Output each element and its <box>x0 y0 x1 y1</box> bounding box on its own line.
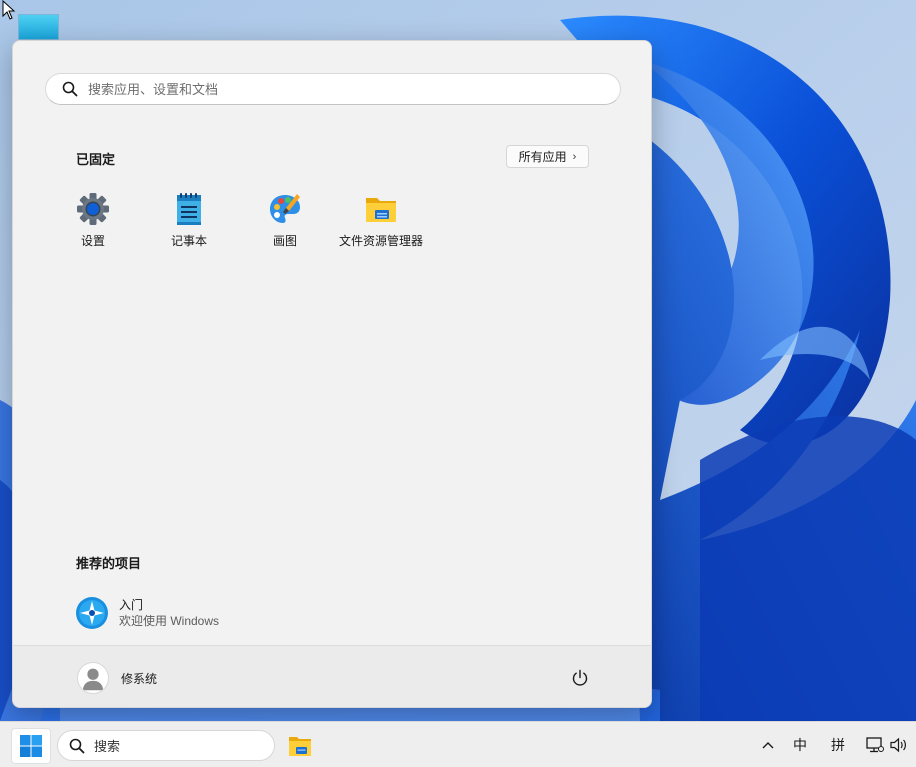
folder-icon <box>287 733 313 759</box>
taskbar-file-explorer-button[interactable] <box>282 728 318 764</box>
desktop-shortcut-icon[interactable] <box>18 14 59 40</box>
volume-button[interactable] <box>888 733 910 757</box>
pinned-app-notepad[interactable]: 记事本 <box>141 189 237 253</box>
start-menu: 已固定 所有应用 › <box>12 40 652 708</box>
network-icon <box>866 737 884 753</box>
user-avatar-icon <box>77 662 109 694</box>
start-search-box[interactable] <box>45 73 621 105</box>
network-button[interactable] <box>864 733 886 757</box>
pinned-app-label: 记事本 <box>170 234 207 248</box>
notepad-icon <box>171 191 207 227</box>
show-hidden-icons-button[interactable] <box>758 733 778 757</box>
volume-icon <box>890 737 908 753</box>
pinned-section-title: 已固定 <box>76 152 116 167</box>
pinned-app-paint[interactable]: 画图 <box>237 189 333 253</box>
recommended-item-subtitle: 欢迎使用 Windows <box>119 614 220 628</box>
all-apps-label: 所有应用 <box>518 150 567 164</box>
start-button[interactable] <box>11 728 51 764</box>
taskbar-search-box[interactable]: 搜索 <box>57 730 275 761</box>
pinned-app-file-explorer[interactable]: 文件资源管理器 <box>333 189 429 253</box>
gear-icon <box>75 191 111 227</box>
start-search-input[interactable] <box>88 81 588 97</box>
user-name: 修系统 <box>121 671 158 686</box>
pinned-app-settings[interactable]: 设置 <box>45 189 141 253</box>
paint-palette-icon <box>267 191 303 227</box>
start-menu-footer: 修系统 <box>13 645 651 707</box>
taskbar-search-label: 搜索 <box>94 739 121 754</box>
get-started-icon <box>75 596 109 630</box>
search-icon <box>69 738 85 754</box>
taskbar: 搜索 中 拼 <box>0 721 916 767</box>
mouse-cursor-icon <box>2 0 16 20</box>
recommended-section-title: 推荐的项目 <box>76 556 142 571</box>
recommended-item-title: 入门 <box>119 598 144 612</box>
power-button[interactable] <box>564 662 596 694</box>
chevron-right-icon: › <box>572 150 577 163</box>
windows-logo-icon <box>19 734 43 758</box>
search-icon <box>62 81 78 97</box>
ime-language-button[interactable]: 中 <box>788 733 812 757</box>
pinned-app-label: 文件资源管理器 <box>338 234 423 248</box>
chevron-up-icon <box>762 741 774 749</box>
folder-icon <box>363 191 399 227</box>
user-account-button[interactable]: 修系统 <box>69 658 219 698</box>
recommended-item-get-started[interactable]: 入门 欢迎使用 Windows <box>69 591 369 635</box>
power-icon <box>571 669 589 687</box>
ime-mode-button[interactable]: 拼 <box>826 733 850 757</box>
all-apps-button[interactable]: 所有应用 › <box>506 145 589 168</box>
pinned-app-label: 画图 <box>272 234 297 248</box>
pinned-app-label: 设置 <box>80 234 105 248</box>
